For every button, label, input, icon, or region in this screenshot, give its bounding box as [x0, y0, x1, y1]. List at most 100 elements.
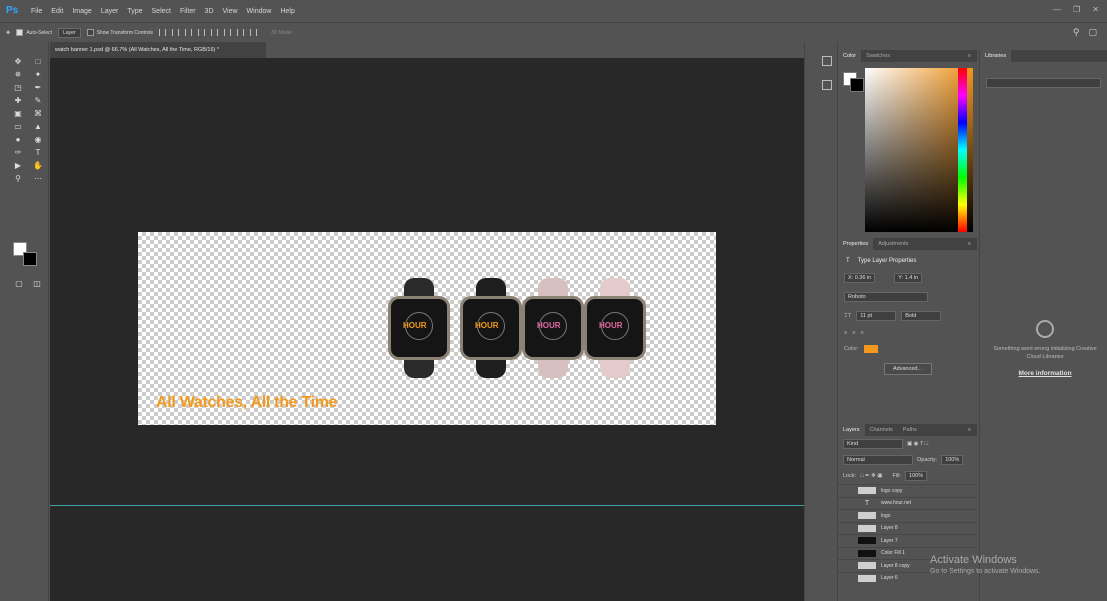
- visibility-icon[interactable]: [844, 548, 854, 558]
- transform-controls-option[interactable]: Show Transform Controls: [86, 29, 153, 36]
- close-icon[interactable]: ✕: [1092, 5, 1099, 14]
- tab-swatches[interactable]: Swatches: [861, 53, 895, 59]
- quick-mask-icon[interactable]: ▢: [11, 278, 27, 289]
- menu-view[interactable]: View: [223, 8, 238, 15]
- panel-menu-icon[interactable]: ≡: [968, 53, 971, 59]
- align-center-icon[interactable]: [172, 29, 179, 36]
- filter-icons[interactable]: ▣ ◉ T □: [907, 441, 928, 447]
- visibility-icon[interactable]: [844, 498, 854, 508]
- transform-checkbox[interactable]: [86, 29, 94, 36]
- tab-layers[interactable]: Layers: [838, 424, 865, 436]
- align-top-icon[interactable]: [198, 29, 205, 36]
- layer-row[interactable]: logo copy: [838, 484, 977, 497]
- history-icon[interactable]: [822, 56, 832, 66]
- layer-row[interactable]: T www.hour.net: [838, 496, 977, 510]
- eyedropper-icon[interactable]: ✒: [30, 82, 46, 93]
- artboard[interactable]: HOUR HOUR HOUR HOUR All Watches, All the…: [138, 232, 716, 425]
- align-left-text-icon[interactable]: ≡: [844, 330, 847, 336]
- menu-file[interactable]: File: [31, 8, 42, 15]
- more-tools-icon[interactable]: ⋯: [30, 173, 46, 184]
- move-icon[interactable]: ✥: [10, 56, 26, 67]
- visibility-icon[interactable]: [844, 536, 854, 546]
- layer-row[interactable]: logo: [838, 509, 977, 522]
- font-style-select[interactable]: Bold: [901, 311, 942, 321]
- menu-3d[interactable]: 3D: [205, 8, 214, 15]
- type-icon[interactable]: T: [30, 147, 46, 158]
- search-icon[interactable]: ⚲: [1073, 27, 1080, 38]
- align-bottom-icon[interactable]: [224, 29, 231, 36]
- layer-row[interactable]: Layer 8: [838, 521, 977, 535]
- lock-icons[interactable]: □ ✒ ✥ ▣: [860, 473, 882, 479]
- minimize-icon[interactable]: —: [1053, 5, 1061, 14]
- visibility-icon[interactable]: [844, 523, 854, 533]
- auto-select-option[interactable]: Auto-Select: [16, 29, 52, 36]
- healing-icon[interactable]: ✚: [10, 95, 26, 106]
- menu-image[interactable]: Image: [72, 8, 91, 15]
- library-search-input[interactable]: [986, 78, 1101, 88]
- tab-libraries[interactable]: Libraries: [980, 50, 1012, 62]
- opacity-field[interactable]: 100%: [941, 455, 964, 465]
- layer-row[interactable]: Layer 7: [838, 534, 977, 547]
- menu-type[interactable]: Type: [127, 8, 142, 15]
- zoom-icon[interactable]: ⚲: [10, 173, 26, 184]
- pen-icon[interactable]: ✑: [10, 147, 26, 158]
- move-tool-icon[interactable]: ✥: [6, 30, 10, 36]
- tab-adjustments[interactable]: Adjustments: [873, 241, 913, 247]
- eraser-icon[interactable]: ▭: [10, 121, 26, 132]
- fill-field[interactable]: 100%: [905, 471, 928, 481]
- crop-icon[interactable]: ◳: [10, 82, 26, 93]
- auto-select-checkbox[interactable]: [16, 29, 24, 36]
- blend-mode-select[interactable]: Normal: [843, 455, 913, 465]
- blur-icon[interactable]: ●: [10, 134, 26, 145]
- workspace-icon[interactable]: ▢: [1088, 27, 1097, 38]
- menu-filter[interactable]: Filter: [180, 8, 196, 15]
- gradient-icon[interactable]: ▲: [30, 121, 46, 132]
- marquee-icon[interactable]: □: [30, 56, 46, 67]
- distribute-2-icon[interactable]: [250, 29, 257, 36]
- tab-properties[interactable]: Properties: [838, 238, 874, 250]
- background-color[interactable]: [23, 252, 37, 266]
- x-field[interactable]: X: 0.36 in: [844, 273, 876, 283]
- color-picker-field[interactable]: [865, 68, 973, 232]
- tab-color[interactable]: Color: [838, 50, 862, 62]
- tab-channels[interactable]: Channels: [865, 427, 898, 433]
- font-family-select[interactable]: Roboto: [844, 292, 928, 302]
- align-right-icon[interactable]: [185, 29, 192, 36]
- dodge-icon[interactable]: ◉: [30, 134, 46, 145]
- align-right-text-icon[interactable]: ≡: [860, 330, 863, 336]
- distribute-icon[interactable]: [237, 29, 244, 36]
- font-size-select[interactable]: 11 pt: [856, 311, 897, 321]
- lasso-icon[interactable]: ✵: [10, 69, 26, 80]
- align-center-text-icon[interactable]: ≡: [852, 330, 855, 336]
- menu-edit[interactable]: Edit: [51, 8, 63, 15]
- brush-icon[interactable]: ✎: [30, 95, 46, 106]
- menu-window[interactable]: Window: [247, 8, 272, 15]
- align-left-icon[interactable]: [159, 29, 166, 36]
- restore-icon[interactable]: ❐: [1073, 5, 1080, 14]
- visibility-icon[interactable]: [844, 573, 854, 583]
- quick-select-icon[interactable]: ✦: [30, 69, 46, 80]
- path-select-icon[interactable]: ▶: [10, 160, 26, 171]
- document-tab[interactable]: watch banner 1.psd @ 66.7% (All Watches,…: [50, 42, 266, 58]
- y-field[interactable]: Y: 1.4 in: [894, 273, 923, 283]
- text-color-swatch[interactable]: [863, 345, 878, 353]
- visibility-icon[interactable]: [844, 561, 854, 571]
- menu-layer[interactable]: Layer: [101, 8, 119, 15]
- guide-line[interactable]: [50, 505, 804, 506]
- banner-tagline[interactable]: All Watches, All the Time: [156, 394, 338, 412]
- align-middle-icon[interactable]: [211, 29, 218, 36]
- screen-mode-icon[interactable]: ◫: [29, 278, 45, 289]
- stamp-icon[interactable]: ▣: [10, 108, 26, 119]
- panel-menu-icon[interactable]: ≡: [968, 427, 971, 433]
- more-information-link[interactable]: More information: [990, 370, 1100, 377]
- layer-select-dropdown[interactable]: Layer: [58, 27, 81, 38]
- visibility-icon[interactable]: [844, 486, 854, 496]
- menu-help[interactable]: Help: [280, 8, 294, 15]
- hand-icon[interactable]: ✋: [30, 160, 46, 171]
- panel-menu-icon[interactable]: ≡: [968, 241, 971, 247]
- color-swatches[interactable]: [13, 242, 41, 270]
- tab-paths[interactable]: Paths: [898, 427, 922, 433]
- menu-select[interactable]: Select: [152, 8, 171, 15]
- kind-filter-select[interactable]: Kind: [843, 439, 903, 449]
- paragraph-icon[interactable]: [822, 80, 832, 90]
